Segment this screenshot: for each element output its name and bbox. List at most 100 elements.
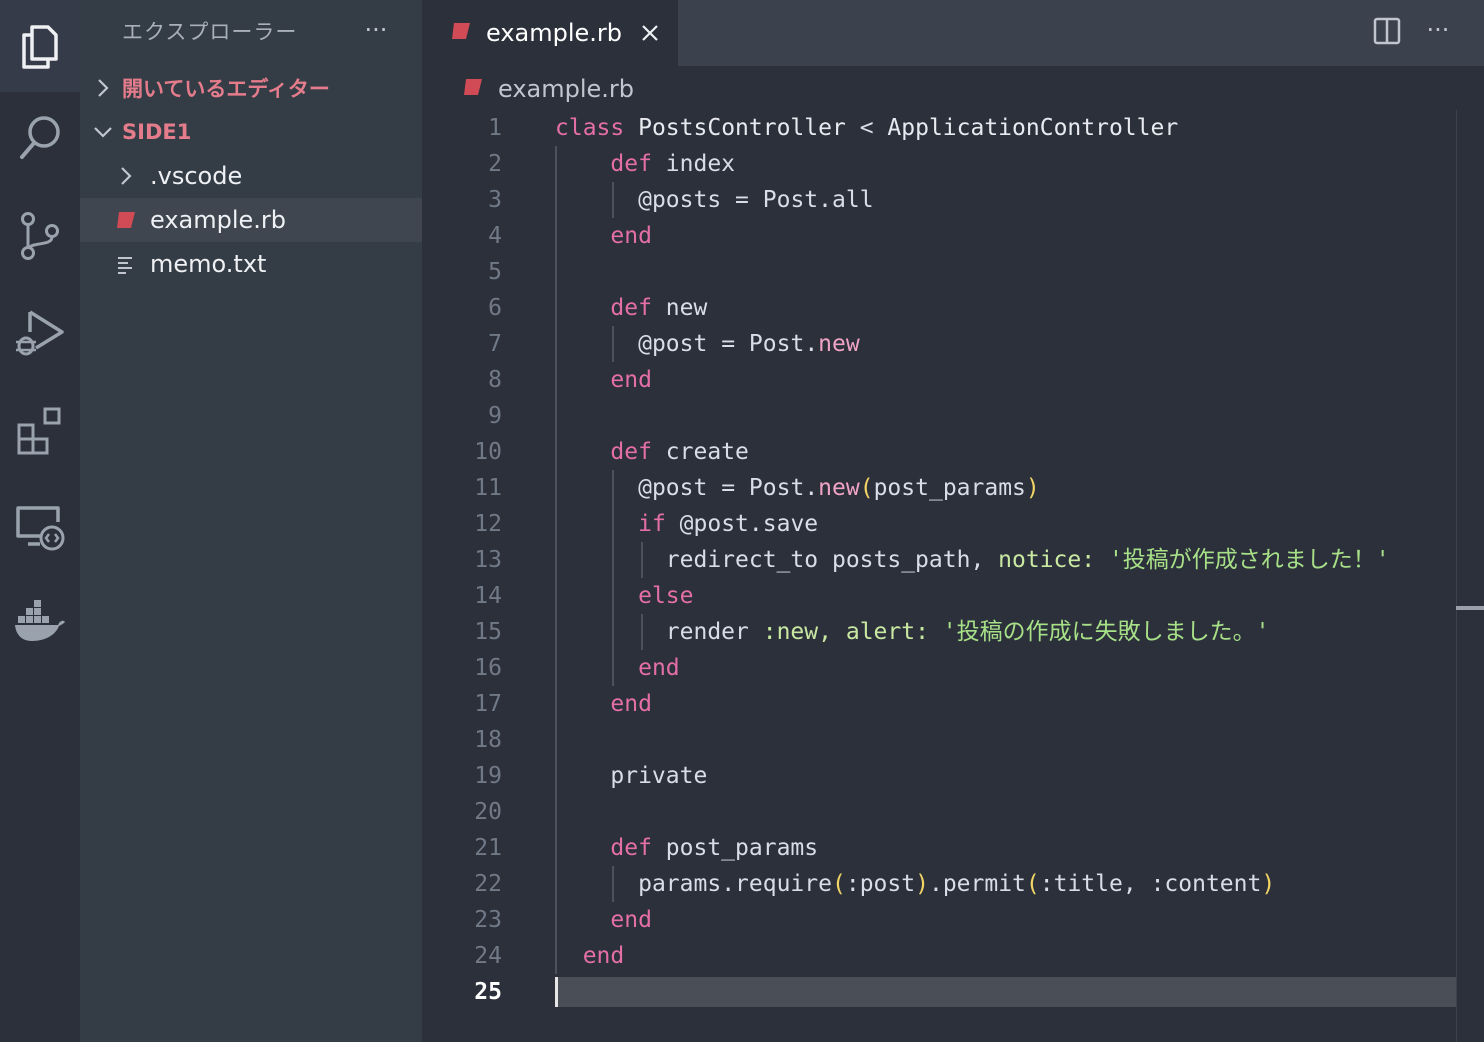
line-number: 18	[474, 727, 502, 753]
code-text: end	[610, 367, 652, 393]
sidebar-header: エクスプローラー ···	[80, 0, 422, 62]
workspace-label: SIDE1	[122, 120, 192, 144]
line-number: 8	[488, 367, 502, 393]
ruby-file-icon	[114, 208, 138, 232]
code-text: if @post.save	[638, 511, 819, 537]
code-line: 21 def post_params	[422, 830, 1456, 866]
code-text: params.require(:post).permit(:title, :co…	[638, 871, 1276, 897]
code-editor[interactable]: 1 class PostsController < ApplicationCon…	[422, 110, 1484, 1042]
code-text: @post = Post.new	[638, 331, 860, 357]
extensions-icon[interactable]	[0, 384, 80, 476]
open-editors-section[interactable]: 開いているエディター	[80, 66, 422, 110]
code-line: 4 end	[422, 218, 1456, 254]
code-text: end	[610, 691, 652, 717]
scrollbar-marker	[1456, 606, 1484, 610]
chevron-right-icon	[92, 77, 114, 99]
text-file-icon	[114, 252, 138, 276]
code-line: 19 private	[422, 758, 1456, 794]
sidebar-title: エクスプローラー	[122, 20, 298, 44]
line-number: 5	[488, 259, 502, 285]
tree-item-label: .vscode	[150, 162, 243, 190]
code-text: end	[610, 907, 652, 933]
code-text: private	[610, 763, 708, 789]
tree-item-memo-txt[interactable]: memo.txt	[80, 242, 422, 286]
breadcrumb-label: example.rb	[498, 75, 635, 103]
line-number: 12	[474, 511, 502, 537]
activity-bar	[0, 0, 80, 1042]
line-number: 9	[488, 403, 502, 429]
code-text: def new	[610, 295, 708, 321]
line-number: 23	[474, 907, 502, 933]
run-debug-icon[interactable]	[0, 286, 80, 378]
tree-item-vscode-folder[interactable]: .vscode	[80, 154, 422, 198]
ruby-file-icon	[462, 77, 484, 101]
more-actions-icon[interactable]: ···	[358, 14, 394, 46]
code-text: render :new, alert: '投稿の作成に失敗しました。'	[665, 619, 1270, 645]
code-line: 24 end	[422, 938, 1456, 974]
code-line: 1 class PostsController < ApplicationCon…	[422, 110, 1456, 146]
ruby-file-icon	[450, 21, 472, 45]
workspace-section[interactable]: SIDE1	[80, 110, 422, 154]
line-number: 11	[474, 475, 502, 501]
code-text: @posts = Post.all	[638, 187, 874, 213]
line-number: 16	[474, 655, 502, 681]
code-line: 12 if @post.save	[422, 506, 1456, 542]
code-line: 10 def create	[422, 434, 1456, 470]
line-number: 14	[474, 583, 502, 609]
line-number: 20	[474, 799, 502, 825]
code-line: 23 end	[422, 902, 1456, 938]
close-icon[interactable]	[638, 21, 662, 45]
line-number: 4	[488, 223, 502, 249]
code-line-current: 25	[422, 974, 1456, 1010]
line-number: 19	[474, 763, 502, 789]
tree-item-example-rb[interactable]: example.rb	[80, 198, 422, 242]
code-line: 17 end	[422, 686, 1456, 722]
code-line: 11 @post = Post.new(post_params)	[422, 470, 1456, 506]
line-number: 7	[488, 331, 502, 357]
code-line: 20	[422, 794, 1456, 830]
code-line: 9	[422, 398, 1456, 434]
split-editor-icon[interactable]	[1372, 16, 1402, 46]
code-line: 8 end	[422, 362, 1456, 398]
line-number: 3	[488, 187, 502, 213]
code-text: end	[638, 655, 680, 681]
code-line: 2 def index	[422, 146, 1456, 182]
vertical-scrollbar[interactable]	[1456, 110, 1484, 1042]
more-actions-icon[interactable]: ···	[1420, 14, 1456, 46]
code-line: 3 @posts = Post.all	[422, 182, 1456, 218]
code-line: 15 render :new, alert: '投稿の作成に失敗しました。'	[422, 614, 1456, 650]
code-line: 22 params.require(:post).permit(:title, …	[422, 866, 1456, 902]
code-text: end	[610, 223, 652, 249]
line-number: 15	[474, 619, 502, 645]
tree-item-label: memo.txt	[150, 250, 267, 278]
code-text: @post = Post.new(post_params)	[638, 475, 1040, 501]
code-text: redirect_to posts_path, notice: '投稿が作成され…	[665, 547, 1390, 573]
editor-group: example.rb ··· example.rb 1 class PostsC…	[422, 0, 1484, 1042]
breadcrumb[interactable]: example.rb	[462, 72, 634, 106]
code-text: end	[582, 943, 625, 969]
tab-bar: example.rb ···	[422, 0, 1484, 66]
code-text: def index	[610, 151, 736, 177]
code-line: 7 @post = Post.new	[422, 326, 1456, 362]
search-icon[interactable]	[0, 92, 80, 184]
docker-icon[interactable]	[0, 574, 80, 666]
explorer-sidebar: エクスプローラー ··· 開いているエディター SIDE1 .vscode ex…	[80, 0, 422, 1042]
line-number: 24	[474, 943, 502, 969]
tab-label: example.rb	[486, 19, 623, 47]
remote-explorer-icon[interactable]	[0, 480, 80, 572]
source-control-icon[interactable]	[0, 190, 80, 282]
line-number: 17	[474, 691, 502, 717]
code-line: 14 else	[422, 578, 1456, 614]
line-number: 6	[488, 295, 502, 321]
code-line: 18	[422, 722, 1456, 758]
code-line: 13 redirect_to posts_path, notice: '投稿が作…	[422, 542, 1456, 578]
line-number: 1	[488, 115, 502, 141]
code-line: 5	[422, 254, 1456, 290]
tab-example-rb[interactable]: example.rb	[422, 0, 678, 66]
line-number: 21	[474, 835, 502, 861]
code-line: 16 end	[422, 650, 1456, 686]
code-text: else	[638, 583, 694, 609]
explorer-icon[interactable]	[0, 0, 80, 92]
chevron-down-icon	[92, 121, 114, 143]
code-text: class PostsController < ApplicationContr…	[555, 115, 1179, 141]
